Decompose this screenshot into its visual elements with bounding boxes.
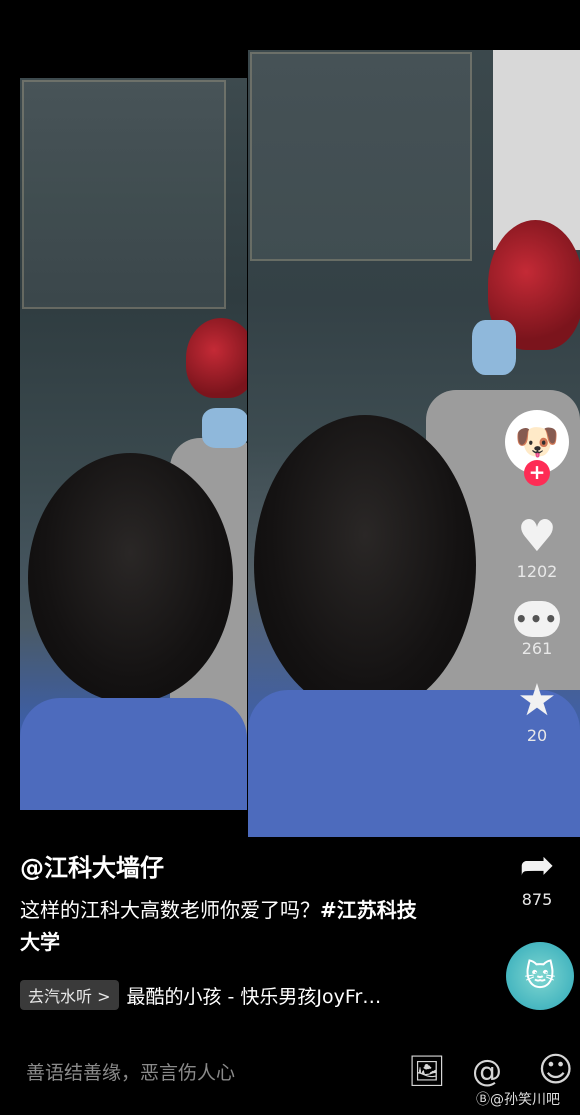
like-count: 1202 <box>516 562 558 581</box>
heart-icon: ♥ <box>517 511 557 562</box>
share-count: 875 <box>521 890 553 909</box>
face-mask <box>202 408 247 448</box>
comment-icon: ••• <box>514 601 560 637</box>
music-disc[interactable]: 🐱 <box>506 942 574 1010</box>
video-preview-left <box>20 78 247 810</box>
shiba-avatar-icon: 🐶 <box>514 422 560 463</box>
watermark: Ⓑ@孙笑川吧 <box>472 1088 564 1110</box>
follow-button[interactable]: + <box>524 460 550 486</box>
student-head <box>254 415 476 715</box>
favorite-count: 20 <box>526 726 548 745</box>
listen-chip[interactable]: 去汽水听 > <box>20 980 119 1010</box>
star-icon: ★ <box>517 675 557 726</box>
student-shirt <box>20 698 247 810</box>
music-title: 最酷的小孩 - 快乐男孩JoyFr… <box>126 985 382 1008</box>
comment-count: 261 <box>521 639 553 658</box>
window-panel <box>250 52 472 261</box>
author-username[interactable]: @江科大墙仔 <box>20 848 164 883</box>
author-avatar[interactable]: 🐶 + <box>505 410 569 486</box>
share-arrow-icon: ➦ <box>519 840 555 889</box>
mention-icon[interactable]: @ <box>472 1054 502 1089</box>
post-caption: 这样的江科大高数老师你爱了吗？#江苏科技大学 <box>20 894 420 958</box>
like-button[interactable]: ♥ 1202 <box>502 511 572 582</box>
music-row[interactable]: 去汽水听 > 最酷的小孩 - 快乐男孩JoyFr… <box>20 980 381 1010</box>
comment-button[interactable]: ••• 261 <box>502 601 572 658</box>
cat-disc-icon: 🐱 <box>524 958 556 994</box>
window-panel <box>22 80 226 309</box>
image-icon[interactable]: 🖼 <box>408 1054 446 1089</box>
favorite-button[interactable]: ★ 20 <box>502 675 572 746</box>
action-column: 🐶 + ♥ 1202 ••• 261 ★ 20 <box>502 410 572 745</box>
face-mask <box>472 320 516 375</box>
share-button[interactable]: ➦ 875 <box>504 840 570 910</box>
comment-input[interactable]: 善语结善缘，恶言伤人心 <box>26 1058 235 1085</box>
caption-text: 这样的江科大高数老师你爱了吗？ <box>20 898 320 922</box>
helmet <box>186 318 247 398</box>
student-head <box>28 453 233 703</box>
emoji-icon[interactable]: ☺ <box>538 1050 573 1090</box>
